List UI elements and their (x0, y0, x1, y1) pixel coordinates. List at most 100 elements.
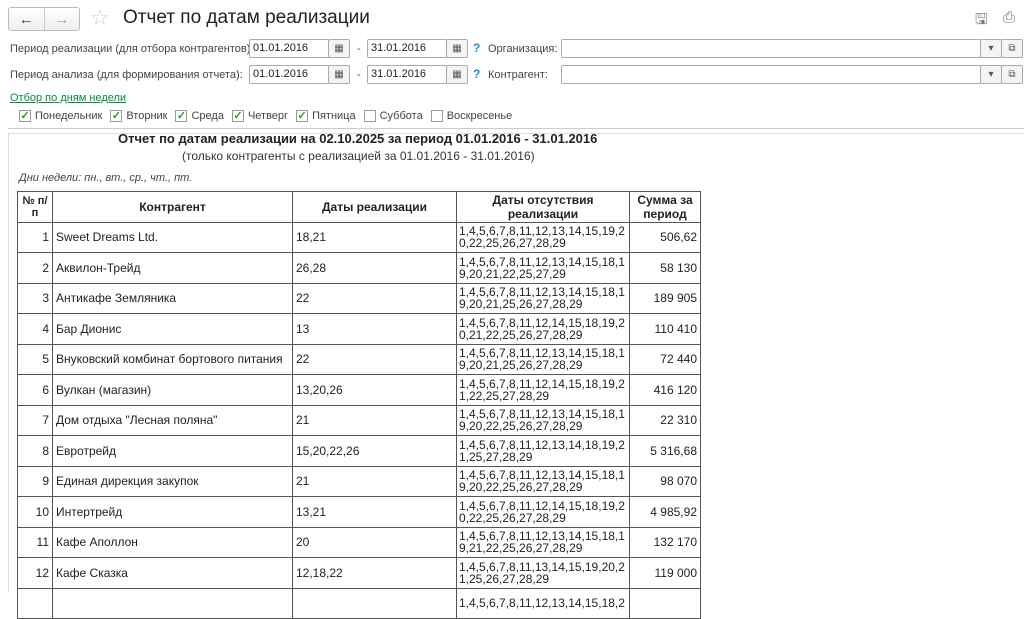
cell-absence-dates: 1,4,5,6,7,8,11,12,13,14,15,18,19,20,21,2… (456, 343, 630, 375)
checkbox-icon[interactable] (363, 110, 376, 122)
cell-absence-dates: 1,4,5,6,7,8,11,12,14,15,18,19,21,22,25,2… (456, 374, 630, 406)
cell-contractor: Кафе Аполлон (52, 526, 293, 558)
save-icon[interactable]: 🖫 (975, 9, 988, 34)
cell-absence-dates: 1,4,5,6,7,8,11,13,14,15,19,20,21,25,26,2… (456, 557, 630, 589)
calendar-icon[interactable]: ▦ (446, 39, 468, 58)
cell-absence-dates: 1,4,5,6,7,8,11,12,14,15,18,19,20,21,22,2… (456, 313, 630, 345)
col-contractor: Контрагент (52, 191, 293, 223)
checkbox-icon[interactable]: ✓ (296, 110, 309, 122)
weekday-filter-link[interactable]: Отбор по дням недели (10, 92, 126, 104)
cell-contractor: Единая дирекция закупок (52, 465, 293, 497)
period-analysis-from-input[interactable]: 01.01.2016 (249, 65, 329, 84)
cell-number: 3 (17, 282, 53, 314)
weekday-label: Пятница (312, 110, 356, 122)
table-row[interactable]: 1 Sweet Dreams Ltd. 18,21 1,4,5,6,7,8,11,12… (17, 221, 701, 253)
checkbox-icon[interactable] (430, 110, 443, 122)
cell-sum: 132 170 (629, 526, 701, 558)
calendar-icon[interactable]: ▦ (328, 39, 350, 58)
calendar-icon[interactable]: ▦ (446, 65, 468, 84)
table-row[interactable]: 9 Единая дирекция закупок 21 1,4,5,6,7,8,11… (17, 465, 701, 497)
checkbox-icon[interactable]: ✓ (19, 110, 31, 122)
table-row[interactable]: 6 Вулкан (магазин) 13,20,26 1,4,5,6,7,8,11,… (17, 374, 701, 406)
cell-number: 2 (17, 252, 53, 284)
dropdown-icon[interactable]: ▾ (980, 65, 1002, 84)
table-row[interactable]: 2 Аквилон-Трейд 26,28 1,4,5,6,7,8,11,12,13,… (17, 252, 701, 284)
table-row[interactable]: 8 Евротрейд 15,20,22,26 1,4,5,6,7,8,11,12,1… (17, 435, 701, 467)
cell-sum: 119 000 (629, 557, 701, 589)
cell-sum: 58 130 (629, 252, 701, 284)
cell-sale-dates: 21 (292, 404, 457, 436)
weekday-checkboxes: ✓ Понедельник ✓ Вторник ✓ Среда ✓ Четверг ✓ Пятни… (19, 110, 512, 122)
cell-absence-dates: 1,4,5,6,7,8,11,12,13,14,15,18,19,20,22,2… (456, 465, 630, 497)
back-button[interactable]: ← (9, 8, 44, 30)
org-input[interactable] (561, 39, 981, 58)
cell-contractor (52, 587, 293, 619)
weekdays-note: Дни недели: пн., вт., ср., чт., пт. (19, 172, 193, 184)
contractor-input[interactable] (561, 65, 981, 84)
table-row[interactable]: 7 Дом отдыха "Лесная поляна" 21 1,4,5,6,7,8… (17, 404, 701, 436)
cell-number: 9 (17, 465, 53, 497)
table-row[interactable]: 12 Кафе Сказка 12,18,22 1,4,5,6,7,8,11,13,1… (17, 557, 701, 589)
weekday-checkbox[interactable]: ✓ Вторник (110, 110, 167, 122)
cell-number: 8 (17, 435, 53, 467)
cell-contractor: Sweet Dreams Ltd. (52, 221, 293, 253)
period-sale-from-input[interactable]: 01.01.2016 (249, 39, 329, 58)
cell-absence-dates: 1,4,5,6,7,8,11,12,13,14,15,18,19,21,22,2… (456, 526, 630, 558)
cell-absence-dates: 1,4,5,6,7,8,11,12,14,15,18,19,20,22,25,2… (456, 496, 630, 528)
weekday-checkbox[interactable]: Воскресенье (430, 110, 513, 122)
cell-number: 12 (17, 557, 53, 589)
col-absence-dates: Даты отсутствия реализации (456, 191, 630, 223)
cell-sale-dates: 18,21 (292, 221, 457, 253)
org-label: Организация: (488, 43, 558, 55)
report-subtitle: (только контрагенты с реализацией за 01.… (182, 149, 535, 163)
cell-absence-dates: 1,4,5,6,7,8,11,12,13,14,15,18,19,20,21,2… (456, 252, 630, 284)
weekday-checkbox[interactable]: ✓ Среда (175, 110, 224, 122)
weekday-checkbox[interactable]: Суббота (363, 110, 423, 122)
col-number: № п/п (17, 191, 53, 223)
cell-contractor: Дом отдыха "Лесная поляна" (52, 404, 293, 436)
print-icon[interactable]: ⎙ (1003, 9, 1015, 26)
cell-sale-dates: 13,20,26 (292, 374, 457, 406)
table-row[interactable]: 1,4,5,6,7,8,11,12,13,14,15,18,2 (17, 587, 701, 619)
table-row[interactable]: 5 Внуковский комбинат бортового питания 22… (17, 343, 701, 375)
weekday-label: Вторник (126, 110, 168, 122)
report-title: Отчет по датам реализации на 02.10.2025 … (118, 131, 598, 146)
cell-number: 10 (17, 496, 53, 528)
cell-sale-dates: 12,18,22 (292, 557, 457, 589)
cell-contractor: Интертрейд (52, 496, 293, 528)
cell-absence-dates: 1,4,5,6,7,8,11,12,13,14,15,18,2 (456, 587, 630, 619)
cell-number (17, 587, 53, 619)
cell-sale-dates: 22 (292, 282, 457, 314)
cell-absence-dates: 1,4,5,6,7,8,11,12,13,14,18,19,21,25,27,2… (456, 435, 630, 467)
table-row[interactable]: 4 Бар Дионис 13 1,4,5,6,7,8,11,12,14,15,18,… (17, 313, 701, 345)
help-icon[interactable]: ? (473, 41, 480, 55)
period-analysis-to-input[interactable]: 31.01.2016 (367, 65, 447, 84)
forward-button[interactable]: → (43, 8, 80, 30)
weekday-checkbox[interactable]: ✓ Пятница (296, 110, 356, 122)
weekday-label: Воскресенье (446, 110, 513, 122)
cell-sum: 22 310 (629, 404, 701, 436)
dropdown-icon[interactable]: ▾ (980, 39, 1002, 58)
checkbox-icon[interactable]: ✓ (231, 110, 244, 122)
weekday-label: Понедельник (35, 110, 103, 122)
cell-sum: 506,62 (629, 221, 701, 253)
table-row[interactable]: 10 Интертрейд 13,21 1,4,5,6,7,8,11,12,14,15… (17, 496, 701, 528)
open-icon[interactable]: ⧉ (1001, 39, 1023, 58)
period-sale-to-input[interactable]: 31.01.2016 (367, 39, 447, 58)
table-row[interactable]: 11 Кафе Аполлон 20 1,4,5,6,7,8,11,12,13,14,… (17, 526, 701, 558)
open-icon[interactable]: ⧉ (1001, 65, 1023, 84)
calendar-icon[interactable]: ▦ (328, 65, 350, 84)
cell-number: 6 (17, 374, 53, 406)
checkbox-icon[interactable]: ✓ (110, 110, 123, 122)
cell-contractor: Кафе Сказка (52, 557, 293, 589)
help-icon[interactable]: ? (473, 67, 480, 81)
weekday-checkbox[interactable]: ✓ Четверг (231, 110, 288, 122)
weekday-checkbox[interactable]: ✓ Понедельник (19, 110, 102, 122)
cell-sale-dates: 22 (292, 343, 457, 375)
cell-sum: 98 070 (629, 465, 701, 497)
cell-sale-dates: 20 (292, 526, 457, 558)
checkbox-icon[interactable]: ✓ (175, 110, 188, 122)
cell-sum: 110 410 (629, 313, 701, 345)
favorite-star-icon[interactable]: ☆ (90, 5, 110, 31)
table-row[interactable]: 3 Антикафе Земляника 22 1,4,5,6,7,8,11,12,1… (17, 282, 701, 314)
